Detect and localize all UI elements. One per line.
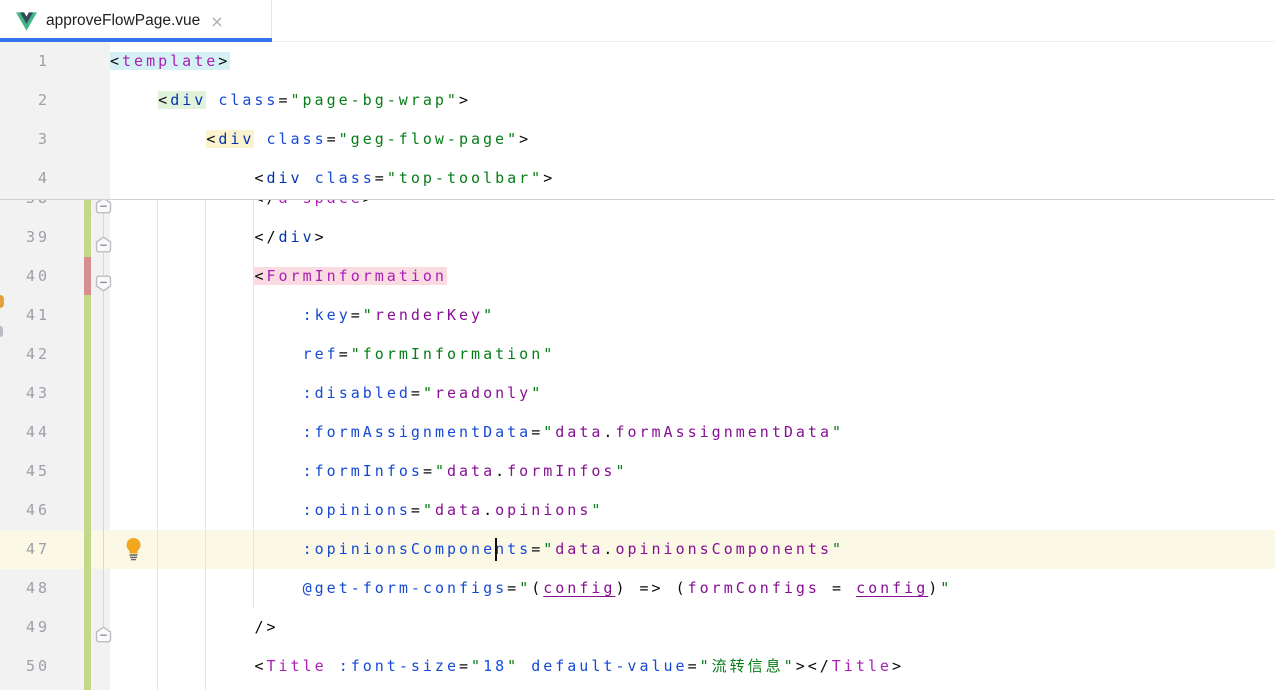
token: class [218, 91, 278, 109]
tag-match-highlight: div [218, 130, 254, 148]
sticky-lines-area: 1<template>2<div class="page-bg-wrap">3<… [0, 42, 1275, 690]
line-number[interactable]: 1 [0, 42, 50, 81]
code-text: <div class="geg-flow-page"> [206, 120, 531, 159]
token: class [315, 169, 375, 187]
tag-match-highlight: < [206, 130, 218, 148]
active-tab-indicator [0, 38, 272, 42]
token: div [267, 169, 303, 187]
sticky-code-line-1[interactable]: 1 <template> [0, 42, 1275, 81]
editor-tab-bar: approveFlowPage.vue × [0, 0, 1275, 42]
sticky-code-line-2[interactable]: 2 <div class="page-bg-wrap"> [0, 81, 1275, 120]
code-text: <div class="top-toolbar"> [254, 159, 555, 198]
token: < [254, 169, 266, 187]
token [206, 91, 218, 109]
code-text: <template> [110, 42, 230, 81]
token: "page-bg-wrap" [291, 91, 459, 109]
ide-window: approveFlowPage.vue × 38</a-space>39</di… [0, 0, 1275, 690]
token: = [278, 91, 290, 109]
token: "top-toolbar" [387, 169, 543, 187]
token: > [519, 130, 531, 148]
tag-match-highlight: > [218, 52, 230, 70]
line-number[interactable]: 4 [0, 159, 50, 198]
tag-match-highlight: < [110, 52, 122, 70]
code-editor[interactable]: 38</a-space>39</div>40<FormInformation41… [0, 42, 1275, 690]
token: = [375, 169, 387, 187]
line-number[interactable]: 3 [0, 120, 50, 159]
token: = [327, 130, 339, 148]
token: class [266, 130, 326, 148]
token [303, 169, 315, 187]
tag-match-highlight: div [170, 91, 206, 109]
sticky-code-line-3[interactable]: 3 <div class="geg-flow-page"> [0, 120, 1275, 159]
tag-match-highlight: < [158, 91, 170, 109]
vue-logo-icon [16, 12, 37, 31]
tab-title: approveFlowPage.vue [46, 12, 200, 30]
tab-approveflowpage[interactable]: approveFlowPage.vue × [0, 0, 272, 42]
tag-match-highlight: template [122, 52, 218, 70]
token: > [543, 169, 555, 187]
sticky-code-line-4[interactable]: 4 <div class="top-toolbar"> [0, 159, 1275, 198]
close-icon[interactable]: × [210, 12, 223, 31]
line-number[interactable]: 2 [0, 81, 50, 120]
token [254, 130, 266, 148]
sticky-lines-panel: 1<template>2<div class="page-bg-wrap">3<… [0, 42, 1275, 200]
token: "geg-flow-page" [339, 130, 519, 148]
code-text: <div class="page-bg-wrap"> [158, 81, 471, 120]
token: > [459, 91, 471, 109]
